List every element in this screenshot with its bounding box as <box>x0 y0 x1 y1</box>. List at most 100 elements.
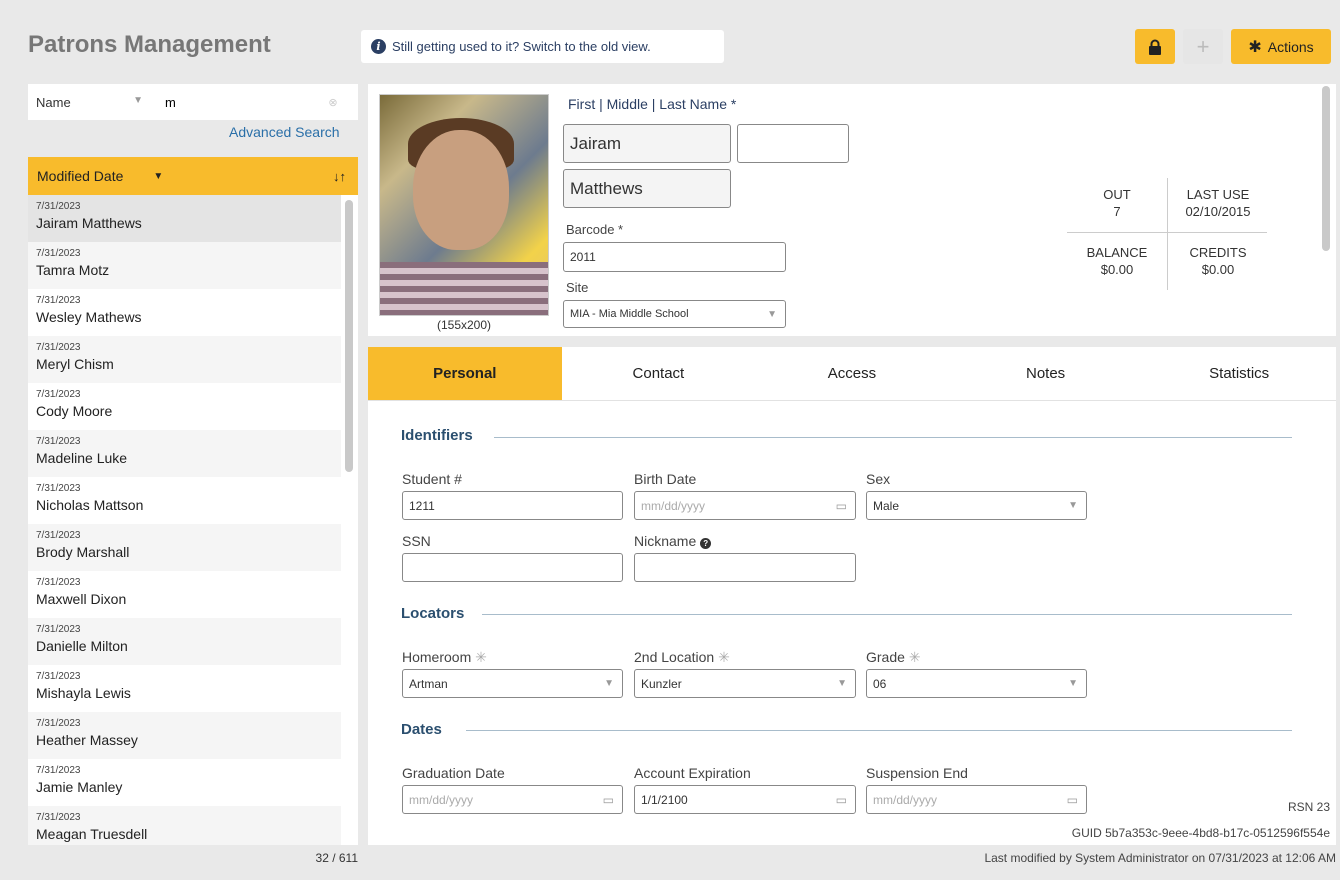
list-item[interactable]: 7/31/2023 Mishayla Lewis <box>28 665 341 712</box>
photo-face <box>413 130 509 250</box>
detail-tabs: Personal Contact Access Notes Statistics <box>368 347 1336 401</box>
list-item-name: Meagan Truesdell <box>36 826 148 842</box>
grade-label: Grade ✳ <box>866 649 921 666</box>
student-number-label: Student # <box>402 471 462 487</box>
list-item-name: Danielle Milton <box>36 638 128 654</box>
stat-balance-value: $0.00 <box>1100 262 1134 277</box>
search-bar: Name ▼ ⊗ <box>28 84 358 120</box>
advanced-search-link[interactable]: Advanced Search <box>229 124 340 140</box>
guid-label: GUID 5b7a353c-9eee-4bd8-b17c-0512596f554… <box>1071 826 1330 840</box>
homeroom-select[interactable]: Artman ▼ <box>402 669 623 698</box>
list-item-name: Nicholas Mattson <box>36 497 144 513</box>
graduation-date-field[interactable]: mm/dd/yyyy ▭ <box>402 785 623 814</box>
section-divider <box>494 437 1292 438</box>
list-item-date: 7/31/2023 <box>36 342 81 353</box>
account-expiration-label: Account Expiration <box>634 765 751 781</box>
list-item-date: 7/31/2023 <box>36 624 81 635</box>
tab-personal[interactable]: Personal <box>368 347 562 400</box>
sex-select[interactable]: Male ▼ <box>866 491 1087 520</box>
help-icon[interactable]: ? <box>700 538 712 549</box>
second-location-select[interactable]: Kunzler ▼ <box>634 669 856 698</box>
list-item[interactable]: 7/31/2023 Tamra Motz <box>28 242 341 289</box>
stat-credits-value: $0.00 <box>1201 262 1235 277</box>
student-number-value: 1211 <box>409 498 435 513</box>
search-type-value: Name <box>36 94 71 110</box>
stat-out-label: OUT <box>1103 187 1131 202</box>
suspension-end-placeholder: mm/dd/yyyy <box>873 792 938 807</box>
birth-date-field[interactable]: mm/dd/yyyy ▭ <box>634 491 856 520</box>
stat-last-use-label: LAST USE <box>1186 187 1250 202</box>
actions-button[interactable]: ✱ Actions <box>1231 29 1331 64</box>
birth-date-placeholder: mm/dd/yyyy <box>641 498 706 513</box>
nickname-field[interactable] <box>634 553 856 582</box>
patron-list: 7/31/2023 Jairam Matthews 7/31/2023 Tamra M… <box>28 195 341 845</box>
calendar-icon[interactable]: ▭ <box>836 793 847 807</box>
stat-balance: BALANCE $0.00 <box>1067 244 1167 278</box>
clear-search-icon[interactable]: ⊗ <box>323 96 343 109</box>
list-scrollbar-thumb[interactable] <box>345 200 353 472</box>
tab-access[interactable]: Access <box>755 347 949 400</box>
list-item[interactable]: 7/31/2023 Meagan Truesdell <box>28 806 341 845</box>
list-item-name: Brody Marshall <box>36 544 130 560</box>
grade-select[interactable]: 06 ▼ <box>866 669 1087 698</box>
site-select[interactable]: MIA - Mia Middle School ▼ <box>563 300 786 328</box>
list-item[interactable]: 7/31/2023 Danielle Milton <box>28 618 341 665</box>
chevron-down-icon: ▼ <box>767 308 777 320</box>
list-item-date: 7/31/2023 <box>36 201 81 212</box>
sort-bar[interactable]: Modified Date ▼ ↓↑ <box>28 157 358 195</box>
banner-text[interactable]: Still getting used to it? Switch to the … <box>392 39 651 54</box>
list-item[interactable]: 7/31/2023 Nicholas Mattson <box>28 477 341 524</box>
tab-statistics[interactable]: Statistics <box>1142 347 1336 400</box>
stat-out-value: 7 <box>1113 204 1121 219</box>
last-modified-label: Last modified by System Administrator on… <box>984 851 1336 865</box>
calendar-icon[interactable]: ▭ <box>836 499 847 513</box>
ssn-field[interactable] <box>402 553 623 582</box>
lock-button[interactable] <box>1135 29 1175 64</box>
student-number-field[interactable]: 1211 <box>402 491 623 520</box>
calendar-icon[interactable]: ▭ <box>1067 793 1078 807</box>
list-item-name: Wesley Mathews <box>36 309 142 325</box>
list-item[interactable]: 7/31/2023 Cody Moore <box>28 383 341 430</box>
asterisk-icon: ✳ <box>718 649 730 665</box>
list-item[interactable]: 7/31/2023 Heather Massey <box>28 712 341 759</box>
search-type-select[interactable]: Name ▼ <box>28 95 153 110</box>
account-expiration-value: 1/1/2100 <box>641 792 688 807</box>
second-location-label-text: 2nd Location <box>634 649 715 665</box>
asterisk-icon: ✳ <box>908 649 921 665</box>
switch-view-banner[interactable]: i Still getting used to it? Switch to th… <box>361 30 724 63</box>
last-name-field[interactable]: Matthews <box>563 169 731 208</box>
tab-contact[interactable]: Contact <box>562 347 756 400</box>
search-input[interactable] <box>153 94 323 110</box>
homeroom-label: Homeroom ✳ <box>402 649 487 666</box>
list-item-date: 7/31/2023 <box>36 436 81 447</box>
suspension-end-field[interactable]: mm/dd/yyyy ▭ <box>866 785 1087 814</box>
name-label: First | Middle | Last Name * <box>568 96 737 112</box>
chevron-down-icon: ▼ <box>604 678 614 689</box>
chevron-down-icon[interactable]: ▼ <box>153 171 163 182</box>
homeroom-value: Artman <box>409 676 448 691</box>
tab-notes[interactable]: Notes <box>949 347 1143 400</box>
stat-credits-label: CREDITS <box>1189 245 1247 260</box>
first-name-field[interactable]: Jairam <box>563 124 731 163</box>
list-item-date: 7/31/2023 <box>36 577 81 588</box>
sort-direction-icon[interactable]: ↓↑ <box>333 169 346 184</box>
list-item-name: Heather Massey <box>36 732 138 748</box>
list-item[interactable]: 7/31/2023 Wesley Mathews <box>28 289 341 336</box>
list-item[interactable]: 7/31/2023 Maxwell Dixon <box>28 571 341 618</box>
list-item[interactable]: 7/31/2023 Jamie Manley <box>28 759 341 806</box>
calendar-icon[interactable]: ▭ <box>603 793 614 807</box>
list-count: 32 / 611 <box>315 851 358 865</box>
list-item[interactable]: 7/31/2023 Brody Marshall <box>28 524 341 571</box>
middle-name-field[interactable] <box>737 124 849 163</box>
account-expiration-field[interactable]: 1/1/2100 ▭ <box>634 785 856 814</box>
grade-label-text: Grade <box>866 649 905 665</box>
card-scrollbar-thumb[interactable] <box>1322 86 1330 251</box>
add-patron-button[interactable]: + <box>1183 29 1223 64</box>
sort-field-label: Modified Date <box>37 168 124 184</box>
nickname-label-text: Nickname <box>634 533 697 549</box>
list-item[interactable]: 7/31/2023 Meryl Chism <box>28 336 341 383</box>
list-item[interactable]: 7/31/2023 Madeline Luke <box>28 430 341 477</box>
suspension-end-label: Suspension End <box>866 765 968 781</box>
barcode-field[interactable]: 2011 <box>563 242 786 272</box>
list-item[interactable]: 7/31/2023 Jairam Matthews <box>28 195 341 242</box>
